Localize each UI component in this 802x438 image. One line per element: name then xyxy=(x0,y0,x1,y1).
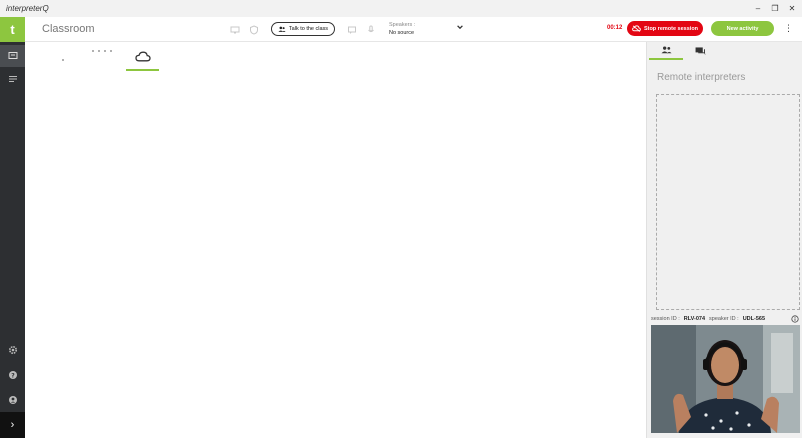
tab-participants[interactable] xyxy=(649,42,683,60)
people-icon xyxy=(660,46,672,54)
gear-icon xyxy=(8,345,17,355)
screen-share-icon[interactable] xyxy=(230,25,240,35)
microphone-icon[interactable] xyxy=(366,25,376,35)
speakers-select[interactable]: Speakers : No source xyxy=(389,21,415,37)
loading-dot xyxy=(110,50,112,52)
session-id-value: RLV-074 xyxy=(683,316,706,322)
sidebar-item-help[interactable]: ? xyxy=(0,364,25,386)
remote-interpreters-title: Remote interpreters xyxy=(657,72,746,83)
new-activity-button[interactable]: New activity xyxy=(711,21,774,36)
sidebar: t ? › xyxy=(0,17,25,438)
minimize-button[interactable]: – xyxy=(754,4,762,13)
close-button[interactable]: ✕ xyxy=(788,4,796,13)
loading-dot xyxy=(98,50,100,52)
chevron-down-icon[interactable] xyxy=(456,23,464,31)
list-icon xyxy=(8,76,17,82)
right-panel: Remote interpreters session ID : RLV-074… xyxy=(646,42,802,438)
window-controls: – ❐ ✕ xyxy=(754,4,796,13)
shield-icon[interactable] xyxy=(249,25,259,35)
status-dot xyxy=(62,59,64,61)
chat-icon xyxy=(695,46,705,55)
loading-dot xyxy=(104,50,106,52)
talk-to-class-button[interactable]: Talk to the class xyxy=(271,22,335,36)
stop-remote-session-button[interactable]: Stop remote session xyxy=(627,21,703,36)
page-title: Classroom xyxy=(42,23,95,35)
talk-to-class-label: Talk to the class xyxy=(288,26,329,32)
sidebar-item-settings[interactable] xyxy=(0,339,25,361)
sidebar-item-profile[interactable] xyxy=(0,389,25,411)
tab-chat[interactable] xyxy=(683,42,717,60)
stop-remote-session-label: Stop remote session xyxy=(643,25,699,32)
speaker-video xyxy=(651,325,800,433)
session-info: session ID : RLV-074 speaker ID : UDL-56… xyxy=(651,316,801,322)
app-title: interpreterQ xyxy=(6,4,49,13)
help-icon: ? xyxy=(8,371,17,379)
session-id-label: session ID : xyxy=(651,316,680,322)
sidebar-item-menu[interactable] xyxy=(0,68,25,90)
remote-session-tab[interactable] xyxy=(126,51,159,71)
speaker-id-label: speaker ID : xyxy=(709,316,739,322)
message-icon[interactable] xyxy=(347,25,357,35)
remote-interpreters-list xyxy=(656,94,800,310)
restore-button[interactable]: ❐ xyxy=(771,4,779,13)
people-icon xyxy=(278,26,286,32)
session-timer: 00:12 xyxy=(607,25,623,31)
active-tab-indicator xyxy=(126,69,159,71)
speakers-label: Speakers : xyxy=(389,22,416,28)
header: Classroom Talk to the class Speakers : N… xyxy=(25,17,802,42)
loading-dot xyxy=(92,50,94,52)
expand-sidebar-button[interactable]: › xyxy=(0,412,25,438)
speakers-value: No source xyxy=(389,30,415,36)
app-logo[interactable]: t xyxy=(0,17,25,42)
cloud-icon xyxy=(134,51,151,62)
svg-text:?: ? xyxy=(11,372,15,379)
sidebar-item-classroom[interactable] xyxy=(0,45,25,67)
monitor-icon xyxy=(8,52,17,59)
info-icon[interactable] xyxy=(791,315,799,323)
more-options-icon[interactable]: ⋮ xyxy=(784,23,793,34)
cloud-off-icon xyxy=(632,25,641,32)
speaker-video-frame xyxy=(651,325,800,433)
main-content xyxy=(25,42,646,438)
title-bar: interpreterQ – ❐ ✕ xyxy=(0,0,802,17)
speaker-id-value: UDL-565 xyxy=(742,316,765,322)
user-icon xyxy=(8,396,17,404)
